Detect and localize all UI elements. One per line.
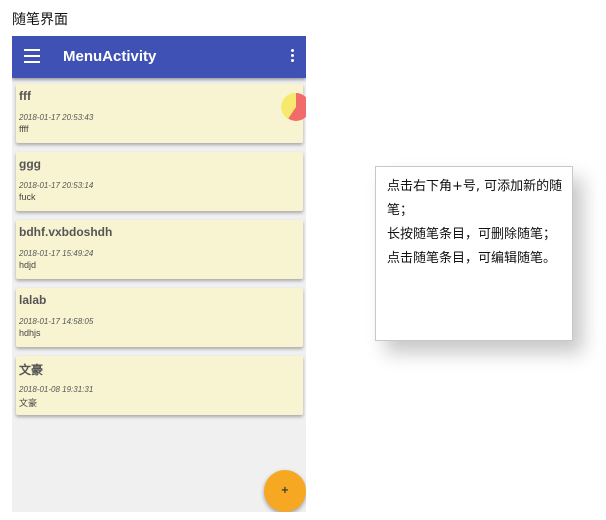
note-title: 文豪 bbox=[19, 363, 44, 377]
instructions-text: 点击右下角+号, 可添加新的随笔； 长按随笔条目，可删除随笔； 点击随笔条目，可… bbox=[387, 179, 563, 266]
note-timestamp: 2018-01-17 20:53:43 bbox=[19, 113, 94, 122]
add-note-button[interactable]: + bbox=[264, 470, 306, 512]
pie-chart-icon[interactable] bbox=[281, 92, 306, 122]
note-title: fff bbox=[19, 89, 31, 103]
note-title: lalab bbox=[19, 293, 47, 307]
add-icon: + bbox=[280, 485, 290, 496]
page-title: 随笔界面 bbox=[12, 12, 68, 28]
note-title: ggg bbox=[19, 157, 41, 171]
phone-screen: MenuActivity fff 2018-01-17 20:53:43 fff… bbox=[12, 36, 306, 512]
note-card[interactable]: lalab 2018-01-17 14:58:05 hdhjs bbox=[16, 288, 303, 347]
app-title: MenuActivity bbox=[63, 48, 157, 65]
note-card[interactable]: 文豪 2018-01-08 19:31:31 文豪 bbox=[16, 356, 303, 415]
note-timestamp: 2018-01-17 14:58:05 bbox=[19, 317, 94, 326]
note-timestamp: 2018-01-17 15:49:24 bbox=[19, 249, 94, 258]
note-card[interactable]: fff 2018-01-17 20:53:43 ffff bbox=[16, 84, 306, 143]
note-title: bdhf.vxbdoshdh bbox=[19, 225, 113, 239]
instructions-note: 点击右下角+号, 可添加新的随笔； 长按随笔条目，可删除随笔； 点击随笔条目，可… bbox=[375, 166, 573, 341]
note-card[interactable]: bdhf.vxbdoshdh 2018-01-17 15:49:24 hdjd bbox=[16, 220, 303, 279]
note-content: hdhjs bbox=[19, 328, 41, 338]
overflow-menu-icon[interactable] bbox=[288, 49, 296, 65]
menu-icon[interactable] bbox=[24, 49, 40, 63]
notes-list: fff 2018-01-17 20:53:43 ffff ggg 2018-01… bbox=[16, 84, 306, 424]
note-content: 文豪 bbox=[19, 398, 38, 408]
note-content: fuck bbox=[19, 192, 36, 202]
note-card[interactable]: ggg 2018-01-17 20:53:14 fuck bbox=[16, 152, 303, 211]
note-content: hdjd bbox=[19, 260, 37, 270]
app-bar: MenuActivity bbox=[12, 36, 306, 78]
note-timestamp: 2018-01-08 19:31:31 bbox=[19, 385, 94, 394]
note-timestamp: 2018-01-17 20:53:14 bbox=[19, 181, 94, 190]
note-content: ffff bbox=[19, 124, 29, 134]
